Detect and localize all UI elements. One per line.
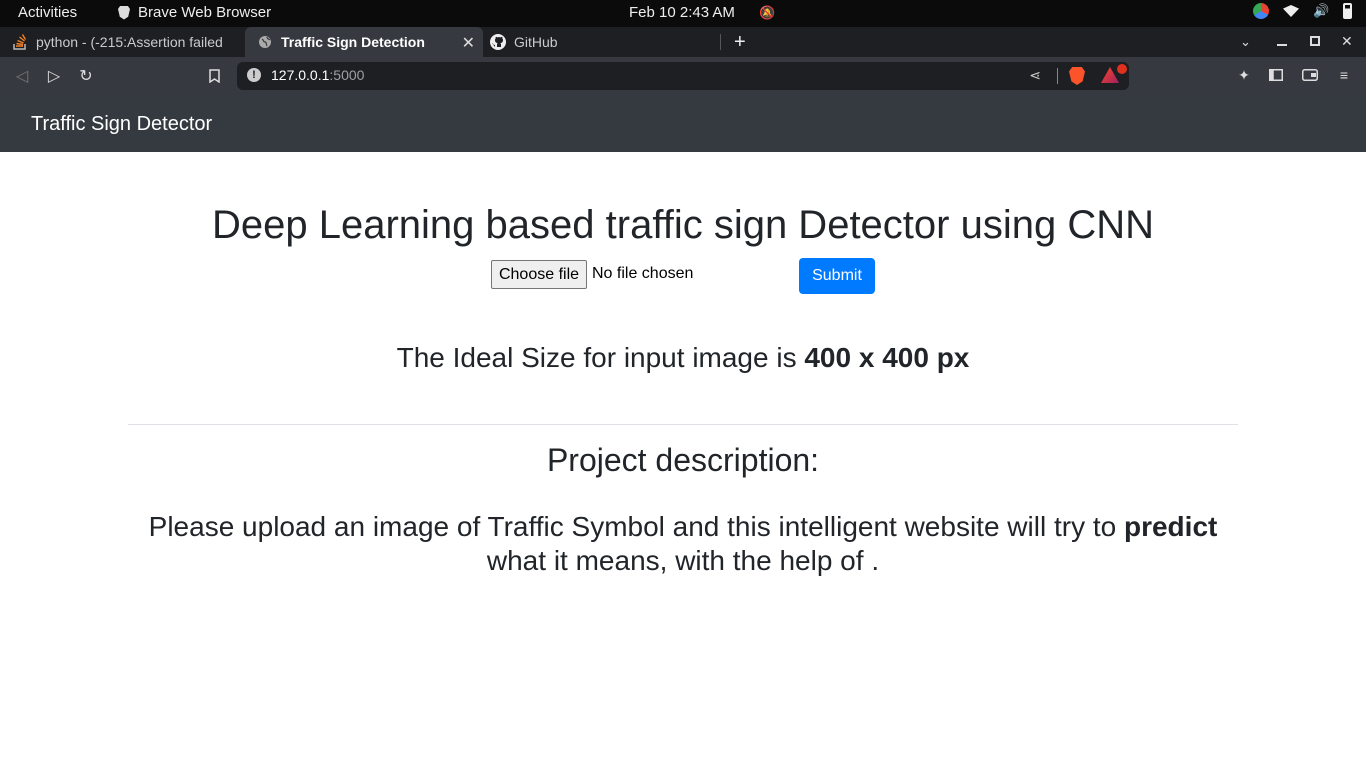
notifications-muted-icon: 🔕 <box>759 5 776 20</box>
app-menu[interactable]: Brave Web Browser <box>118 4 271 21</box>
description-bold: predict <box>1123 511 1218 542</box>
divider <box>128 424 1238 425</box>
forward-icon[interactable]: ▷ <box>44 66 64 86</box>
stackoverflow-icon <box>12 34 28 50</box>
ideal-size-text: The Ideal Size for input image is 400 x … <box>396 342 970 373</box>
volume-icon[interactable]: 🔊 <box>1313 3 1329 19</box>
rewards-badge <box>1117 64 1127 74</box>
sidebar-icon[interactable] <box>1268 67 1284 83</box>
github-icon <box>490 34 506 50</box>
upload-form: Choose file No file chosen Submit <box>491 258 891 298</box>
tab-stackoverflow[interactable]: python - (-215:Assertion failed <box>0 27 240 57</box>
chrome-remote-icon[interactable] <box>1253 3 1269 19</box>
menu-icon[interactable]: ≡ <box>1336 67 1352 83</box>
extensions-icon[interactable]: ✦ <box>1236 67 1252 83</box>
back-icon[interactable]: ◁ <box>12 66 32 86</box>
url-text[interactable]: 127.0.0.1:5000 <box>271 67 364 83</box>
minimize-button[interactable] <box>1277 44 1287 46</box>
wifi-icon[interactable] <box>1283 5 1299 17</box>
brave-shields-icon[interactable] <box>1069 67 1085 85</box>
site-brand[interactable]: Traffic Sign Detector <box>31 113 212 136</box>
new-tab-button[interactable]: + <box>734 31 746 54</box>
bookmark-icon[interactable] <box>204 66 224 86</box>
address-bar-separator <box>1057 68 1058 84</box>
file-status-text: No file chosen <box>592 265 694 282</box>
choose-file-button[interactable]: Choose file <box>491 260 587 289</box>
page-title: Deep Learning based traffic sign Detecto… <box>212 203 1154 247</box>
tab-github[interactable]: GitHub <box>478 27 718 57</box>
maximize-button[interactable] <box>1310 36 1320 46</box>
tab-strip: python - (-215:Assertion failed Traffic … <box>0 27 1366 57</box>
tab-traffic-sign-detection[interactable]: Traffic Sign Detection ✕ <box>245 27 483 57</box>
activities-button[interactable]: Activities <box>18 4 77 21</box>
submit-button[interactable]: Submit <box>799 258 875 294</box>
brave-lion-icon <box>118 5 130 20</box>
close-tab-icon[interactable]: ✕ <box>462 33 475 53</box>
wallet-icon[interactable] <box>1302 67 1318 83</box>
ideal-size-value: 400 x 400 px <box>804 342 970 373</box>
battery-icon[interactable] <box>1343 3 1352 19</box>
reload-icon[interactable]: ↻ <box>76 66 96 86</box>
system-tray[interactable]: 🔊 <box>1253 3 1352 19</box>
browser-toolbar: ◁ ▷ ↻ ! 127.0.0.1:5000 ⋖ ✦ ≡ <box>0 57 1366 95</box>
globe-icon <box>257 34 273 50</box>
system-top-bar: Activities Brave Web Browser Feb 10 2:43… <box>0 0 1366 27</box>
tab-divider <box>720 34 721 50</box>
address-bar[interactable]: ! 127.0.0.1:5000 ⋖ <box>237 62 1129 90</box>
app-name-label: Brave Web Browser <box>138 4 272 21</box>
share-icon[interactable]: ⋖ <box>1029 67 1041 84</box>
description-text: Please upload an image of Traffic Symbol… <box>148 511 1218 576</box>
description-heading: Project description: <box>546 442 820 478</box>
clock[interactable]: Feb 10 2:43 AM 🔕 <box>629 4 775 21</box>
tab-search-chevron-icon[interactable]: ⌄ <box>1240 34 1251 50</box>
site-info-icon[interactable]: ! <box>247 68 261 82</box>
close-window-button[interactable]: ✕ <box>1341 33 1353 50</box>
site-navbar: Traffic Sign Detector <box>0 95 1366 152</box>
